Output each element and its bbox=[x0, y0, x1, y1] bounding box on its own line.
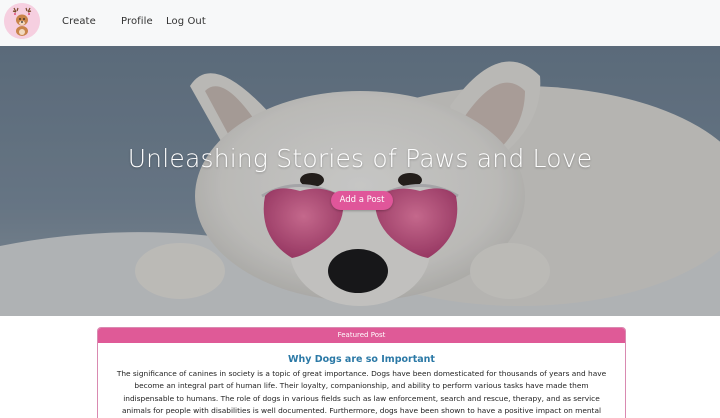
featured-post-title[interactable]: Why Dogs are so Important bbox=[98, 354, 625, 365]
hero-title: Unleashing Stories of Paws and Love bbox=[127, 144, 593, 173]
add-post-button[interactable]: Add a Post bbox=[331, 191, 393, 210]
nav-link-create[interactable]: Create bbox=[62, 16, 96, 27]
dog-logo-icon[interactable] bbox=[4, 3, 40, 39]
featured-post-header: Featured Post bbox=[98, 328, 625, 343]
featured-post-body: The significance of canines in society i… bbox=[116, 369, 607, 415]
hero-banner: Unleashing Stories of Paws and Love Add … bbox=[0, 46, 720, 316]
nav-link-logout[interactable]: Log Out bbox=[166, 16, 206, 27]
hero-overlay bbox=[0, 46, 720, 316]
nav-link-profile[interactable]: Profile bbox=[121, 16, 153, 27]
featured-post-card[interactable]: Featured Post Why Dogs are so Important … bbox=[97, 327, 626, 418]
navbar: Create Profile Log Out bbox=[0, 0, 720, 46]
